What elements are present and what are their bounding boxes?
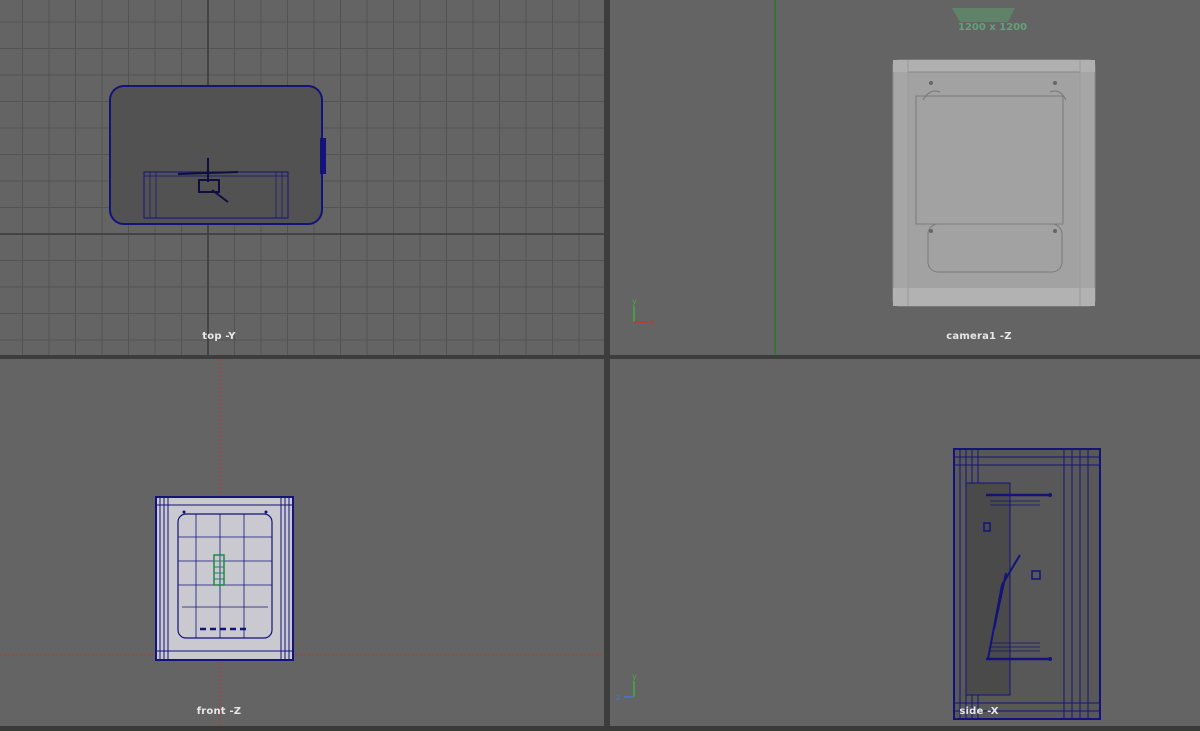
persp-model-shaded (892, 59, 1096, 307)
persp-gizmo-x: x (649, 318, 654, 327)
viewport-splitter-horizontal[interactable] (0, 355, 1200, 359)
resolution-gate-marker (952, 8, 1015, 22)
top-view-label: top -Y (202, 331, 236, 342)
side-gizmo-z: z (616, 693, 620, 702)
side-view-canvas[interactable]: y z (610, 359, 1200, 726)
resolution-gate-label: 1200 x 1200 (958, 22, 1028, 33)
perspective-view-label: camera1 -Z (946, 331, 1012, 342)
persp-gizmo-y: y (632, 297, 637, 306)
side-axis-gizmo: y z (616, 672, 637, 702)
top-model-wireframe (109, 85, 326, 225)
viewport-top[interactable]: top -Y (0, 0, 604, 355)
viewport-front[interactable]: front -Z (0, 359, 604, 726)
side-model-wireframe (953, 448, 1101, 720)
persp-axis-gizmo: y x (632, 297, 654, 327)
perspective-view-canvas[interactable]: y x (610, 0, 1200, 355)
side-gizmo-y: y (632, 672, 637, 681)
viewport-side[interactable]: y z side -X (610, 359, 1200, 726)
viewport-splitter-vertical[interactable] (604, 0, 610, 731)
front-view-canvas[interactable] (0, 359, 604, 726)
viewport-perspective[interactable]: y x camera1 -Z (610, 0, 1200, 355)
front-model-wireframe (155, 496, 294, 661)
side-view-label: side -X (959, 706, 999, 717)
bottom-bar (0, 726, 1200, 731)
top-view-canvas[interactable] (0, 0, 604, 355)
front-view-label: front -Z (196, 706, 242, 717)
